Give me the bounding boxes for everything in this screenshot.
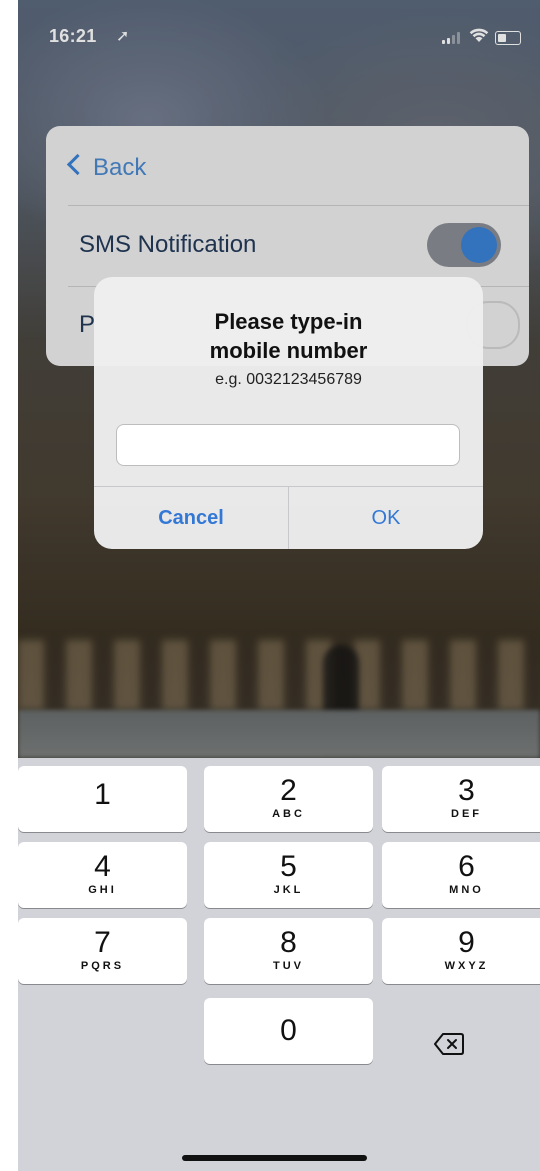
cancel-button[interactable]: Cancel: [94, 487, 288, 549]
mobile-number-input[interactable]: [116, 424, 460, 466]
numeric-keypad: 1 2 ABC 3 DEF 4 GHI 5 JKL 6 MNO 7 PQRS 8…: [18, 758, 540, 1171]
alert-message: e.g. 0032123456789: [215, 371, 362, 388]
key-9[interactable]: 9 WXYZ: [382, 918, 540, 984]
key-4[interactable]: 4 GHI: [18, 842, 187, 908]
key-6[interactable]: 6 MNO: [382, 842, 540, 908]
mobile-number-alert: Please type-in mobile number e.g. 003212…: [94, 277, 483, 549]
key-8[interactable]: 8 TUV: [204, 918, 373, 984]
home-indicator[interactable]: [182, 1155, 367, 1161]
delete-key[interactable]: [392, 1014, 504, 1080]
key-5[interactable]: 5 JKL: [204, 842, 373, 908]
key-1[interactable]: 1: [18, 766, 187, 832]
ok-button[interactable]: OK: [289, 487, 483, 549]
alert-title: Please type-in mobile number: [209, 309, 368, 363]
key-3[interactable]: 3 DEF: [382, 766, 540, 832]
key-0[interactable]: 0: [204, 998, 373, 1064]
delete-backspace-icon: [434, 1033, 464, 1055]
key-7[interactable]: 7 PQRS: [18, 918, 187, 984]
phone-screen: 16:21 ➚ Back SMS Notification P Please t…: [18, 0, 540, 1171]
key-2[interactable]: 2 ABC: [204, 766, 373, 832]
